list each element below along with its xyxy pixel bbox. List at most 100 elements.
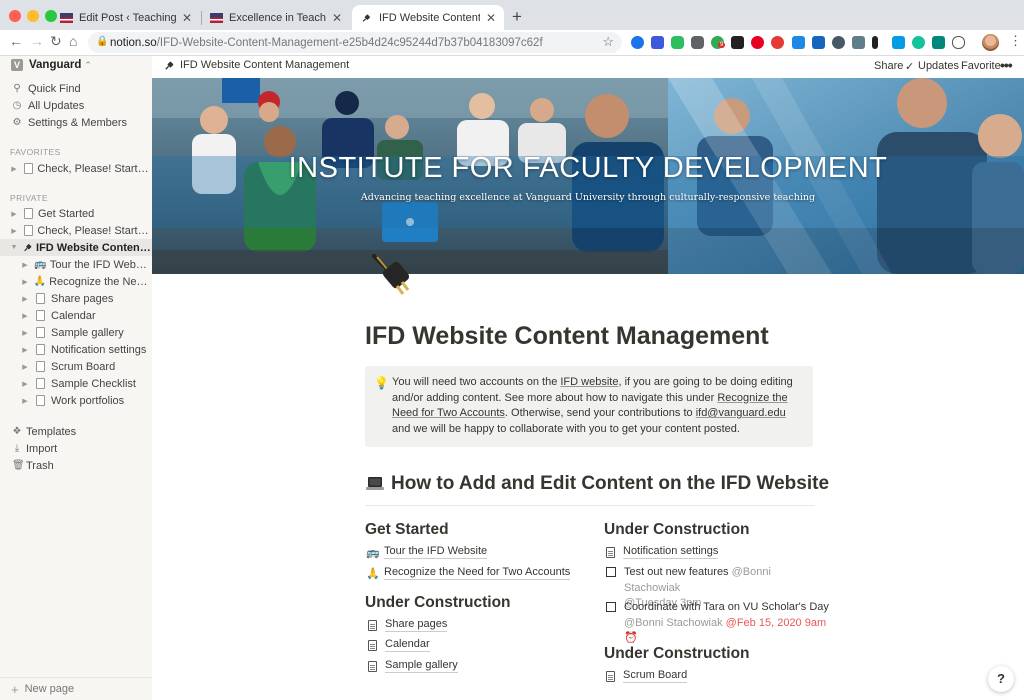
info-extension-icon[interactable] xyxy=(872,36,878,49)
drive-extension-icon[interactable] xyxy=(812,36,825,49)
sidebar-child-item[interactable]: ▶ 🚌 Tour the IFD Website xyxy=(0,256,152,273)
triangle-right-icon[interactable]: ▶ xyxy=(21,346,29,354)
cloud-extension-icon[interactable] xyxy=(952,36,965,49)
sidebar-item-import[interactable]: ⤓ Import xyxy=(0,440,152,457)
pinterest-extension-icon[interactable] xyxy=(751,36,764,49)
sidebar-child-item[interactable]: ▶ Scrum Board xyxy=(0,358,152,375)
back-arrow-icon[interactable]: ← xyxy=(9,33,23,49)
todo-text[interactable]: Coordinate with Tara on VU Scholar's Day… xyxy=(624,600,829,647)
under-construction-heading[interactable]: Under Construction xyxy=(604,521,750,539)
get-started-heading[interactable]: Get Started xyxy=(365,521,449,539)
close-tab-icon[interactable]: ✕ xyxy=(182,11,192,25)
section-heading[interactable]: How to Add and Edit Content on the IFD W… xyxy=(365,473,829,495)
buffer-extension-icon[interactable] xyxy=(731,36,744,49)
extension-icon[interactable] xyxy=(691,36,704,49)
minimize-window-button[interactable] xyxy=(27,10,39,22)
triangle-right-icon[interactable]: ▶ xyxy=(21,312,29,320)
home-icon[interactable]: ⌂ xyxy=(69,33,77,49)
browser-tab-active[interactable]: IFD Website Content Management ✕ xyxy=(352,5,504,30)
close-tab-icon[interactable]: ✕ xyxy=(486,11,496,25)
sidebar-favorite-item[interactable]: ▶ Check, Please! Starter ... xyxy=(0,160,152,177)
browser-menu-icon[interactable]: ⋮ xyxy=(1009,33,1022,49)
under-construction-heading[interactable]: Under Construction xyxy=(365,594,511,612)
profile-avatar[interactable] xyxy=(982,34,999,51)
email-link[interactable]: ifd@vanguard.edu xyxy=(696,407,786,419)
callout-block[interactable]: 💡 You will need two accounts on the IFD … xyxy=(365,366,813,447)
calendar-link[interactable]: Calendar xyxy=(368,638,430,652)
scrum-board-link[interactable]: Scrum Board xyxy=(606,669,688,683)
sidebar-item-templates[interactable]: ❖ Templates xyxy=(0,423,152,440)
tour-link[interactable]: 🚌 Tour the IFD Website xyxy=(366,545,488,559)
sidebar-child-item[interactable]: ▶ Notification settings xyxy=(0,341,152,358)
sidebar-child-item[interactable]: ▶ 🙏 Recognize the Need f... xyxy=(0,273,152,290)
triangle-right-icon[interactable]: ▶ xyxy=(21,278,29,286)
sidebar-item-quick-find[interactable]: ⚲ Quick Find xyxy=(0,80,152,97)
triangle-right-icon[interactable]: ▶ xyxy=(21,380,29,388)
favorite-button[interactable]: Favorite xyxy=(961,60,1001,72)
reload-icon[interactable]: ↻ xyxy=(50,33,62,50)
browser-tab[interactable]: Excellence in Teaching Luncheon ✕ xyxy=(202,5,350,30)
cursor-extension-icon[interactable] xyxy=(792,36,805,49)
triangle-right-icon[interactable]: ▶ xyxy=(21,397,29,405)
close-window-button[interactable] xyxy=(9,10,21,22)
forward-arrow-icon[interactable]: → xyxy=(30,33,44,49)
cover-image[interactable]: INSTITUTE FOR FACULTY DEVELOPMENT Advanc… xyxy=(152,78,1024,274)
sidebar-private-item[interactable]: ▶ Get Started xyxy=(0,205,152,222)
close-tab-icon[interactable]: ✕ xyxy=(332,11,342,25)
address-bar[interactable]: 🔒 notion.so/IFD-Website-Content-Manageme… xyxy=(88,32,622,53)
share-pages-link[interactable]: Share pages xyxy=(368,618,448,632)
sidebar-item-settings[interactable]: ⚙ Settings & Members xyxy=(0,114,152,131)
workspace-switcher[interactable]: V Vanguard ⌃ xyxy=(11,59,92,71)
sample-gallery-link[interactable]: Sample gallery xyxy=(368,659,458,673)
link-label: Calendar xyxy=(385,638,430,652)
more-options-icon[interactable]: ••• xyxy=(1000,57,1013,73)
photo-extension-icon[interactable] xyxy=(932,36,945,49)
mail-extension-icon[interactable] xyxy=(852,36,865,49)
calendar-extension-icon[interactable] xyxy=(892,36,905,49)
triangle-right-icon[interactable]: ▶ xyxy=(21,329,29,337)
date-reminder-mention[interactable]: @Feb 15, 2020 9am xyxy=(726,617,826,629)
sidebar-private-item[interactable]: ▶ Check, Please! Starter ... xyxy=(0,222,152,239)
breadcrumb[interactable]: IFD Website Content Management xyxy=(164,59,349,71)
sidebar-child-item[interactable]: ▶ Work portfolios xyxy=(0,392,152,409)
sidebar-item-trash[interactable]: 🗑 Trash xyxy=(0,457,152,474)
page-icon xyxy=(36,310,45,321)
todo-checkbox[interactable] xyxy=(606,602,616,612)
triangle-right-icon[interactable]: ▶ xyxy=(21,363,29,371)
share-button[interactable]: Share xyxy=(874,60,903,72)
notification-settings-link[interactable]: Notification settings xyxy=(606,545,719,559)
sidebar-child-item[interactable]: ▶ Share pages xyxy=(0,290,152,307)
help-button[interactable]: ? xyxy=(988,666,1014,692)
triangle-right-icon[interactable]: ▶ xyxy=(21,295,29,303)
sidebar-item-all-updates[interactable]: ◷ All Updates xyxy=(0,97,152,114)
triangle-right-icon[interactable]: ▶ xyxy=(10,210,18,218)
triangle-right-icon[interactable]: ▶ xyxy=(10,165,18,173)
ifd-website-link[interactable]: IFD website xyxy=(560,376,618,388)
grammarly-extension-icon[interactable] xyxy=(912,36,925,49)
triangle-right-icon[interactable]: ▶ xyxy=(21,261,29,269)
new-page-button[interactable]: + New page xyxy=(0,677,152,700)
recognize-link[interactable]: 🙏 Recognize the Need for Two Accounts xyxy=(366,566,571,580)
browser-tab[interactable]: Edit Post ‹ Teaching in Higher Ed ✕ xyxy=(52,5,200,30)
readwise-extension-icon[interactable] xyxy=(771,36,784,49)
page-title[interactable]: IFD Website Content Management xyxy=(365,322,769,351)
sidebar-child-item[interactable]: ▶ Calendar xyxy=(0,307,152,324)
sidebar-child-item[interactable]: ▶ Sample Checklist xyxy=(0,375,152,392)
triangle-right-icon[interactable]: ▶ xyxy=(10,227,18,235)
pocket-extension-icon[interactable] xyxy=(832,36,845,49)
under-construction-heading[interactable]: Under Construction xyxy=(604,645,750,663)
user-mention[interactable]: @Bonni Stachowiak xyxy=(624,617,723,629)
onepassword-extension-icon[interactable] xyxy=(631,36,644,49)
pin-extension-icon[interactable] xyxy=(651,36,664,49)
todo-checkbox[interactable] xyxy=(606,567,616,577)
new-tab-button[interactable]: + xyxy=(512,7,522,27)
updates-button[interactable]: Updates xyxy=(918,60,959,72)
browser-toolbar: ← → ↻ ⌂ 🔒 notion.so/IFD-Website-Content-… xyxy=(0,30,1024,56)
todo-item: Coordinate with Tara on VU Scholar's Day… xyxy=(606,600,829,644)
bookmark-star-icon[interactable]: ☆ xyxy=(602,34,614,50)
triangle-down-icon[interactable]: ▼ xyxy=(10,244,18,251)
sidebar-private-item-active[interactable]: ▼ IFD Website Content M... xyxy=(0,239,152,256)
evernote-extension-icon[interactable] xyxy=(671,36,684,49)
sidebar-child-item[interactable]: ▶ Sample gallery xyxy=(0,324,152,341)
page-plug-icon[interactable] xyxy=(368,250,420,302)
